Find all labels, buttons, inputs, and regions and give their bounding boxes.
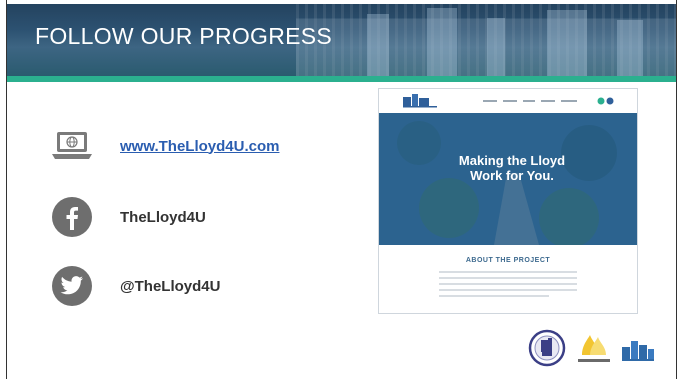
contact-row-website: www.TheLloyd4U.com (52, 131, 279, 161)
preview-text-line (439, 271, 577, 273)
facebook-handle: TheLloyd4U (120, 208, 206, 226)
indiana-state-seal-icon (528, 329, 566, 372)
website-link[interactable]: www.TheLloyd4U.com (120, 138, 279, 155)
website-preview-image: Making the Lloyd Work for You. ABOUT THE… (378, 88, 638, 314)
twitter-handle: @TheLloyd4U (120, 277, 221, 295)
accent-bar (7, 76, 676, 82)
laptop-globe-icon (52, 131, 92, 161)
building-shape (367, 14, 389, 76)
preview-hero: Making the Lloyd Work for You. (379, 113, 637, 245)
preview-navbar (379, 89, 637, 113)
slide: FOLLOW OUR PROGRESS www.TheLloyd4U.com T… (0, 0, 683, 379)
building-shape (487, 18, 505, 76)
preview-nav-graphics (403, 94, 614, 108)
facebook-icon[interactable] (52, 197, 92, 237)
building-shape (427, 8, 457, 76)
westlovel-logo-icon (572, 329, 616, 372)
partner-logos (528, 329, 656, 372)
preview-hero-text: Making the Lloyd Work for You. (458, 153, 566, 183)
preview-lower-section: ABOUT THE PROJECT (379, 245, 637, 313)
preview-text-line (439, 277, 577, 279)
preview-text-line (439, 295, 549, 297)
twitter-icon[interactable] (52, 266, 92, 306)
building-shape (547, 10, 587, 76)
page-title: FOLLOW OUR PROGRESS (35, 23, 333, 49)
contact-row-twitter: @TheLloyd4U (52, 266, 220, 306)
preview-section-heading: ABOUT THE PROJECT (465, 257, 551, 264)
preview-text-line (439, 283, 577, 285)
header-banner: FOLLOW OUR PROGRESS (7, 4, 676, 76)
lloyd-skyline-logo-icon (620, 333, 656, 368)
building-shape (617, 20, 643, 76)
contact-row-facebook: TheLloyd4U (52, 197, 206, 237)
preview-text-line (439, 289, 577, 291)
